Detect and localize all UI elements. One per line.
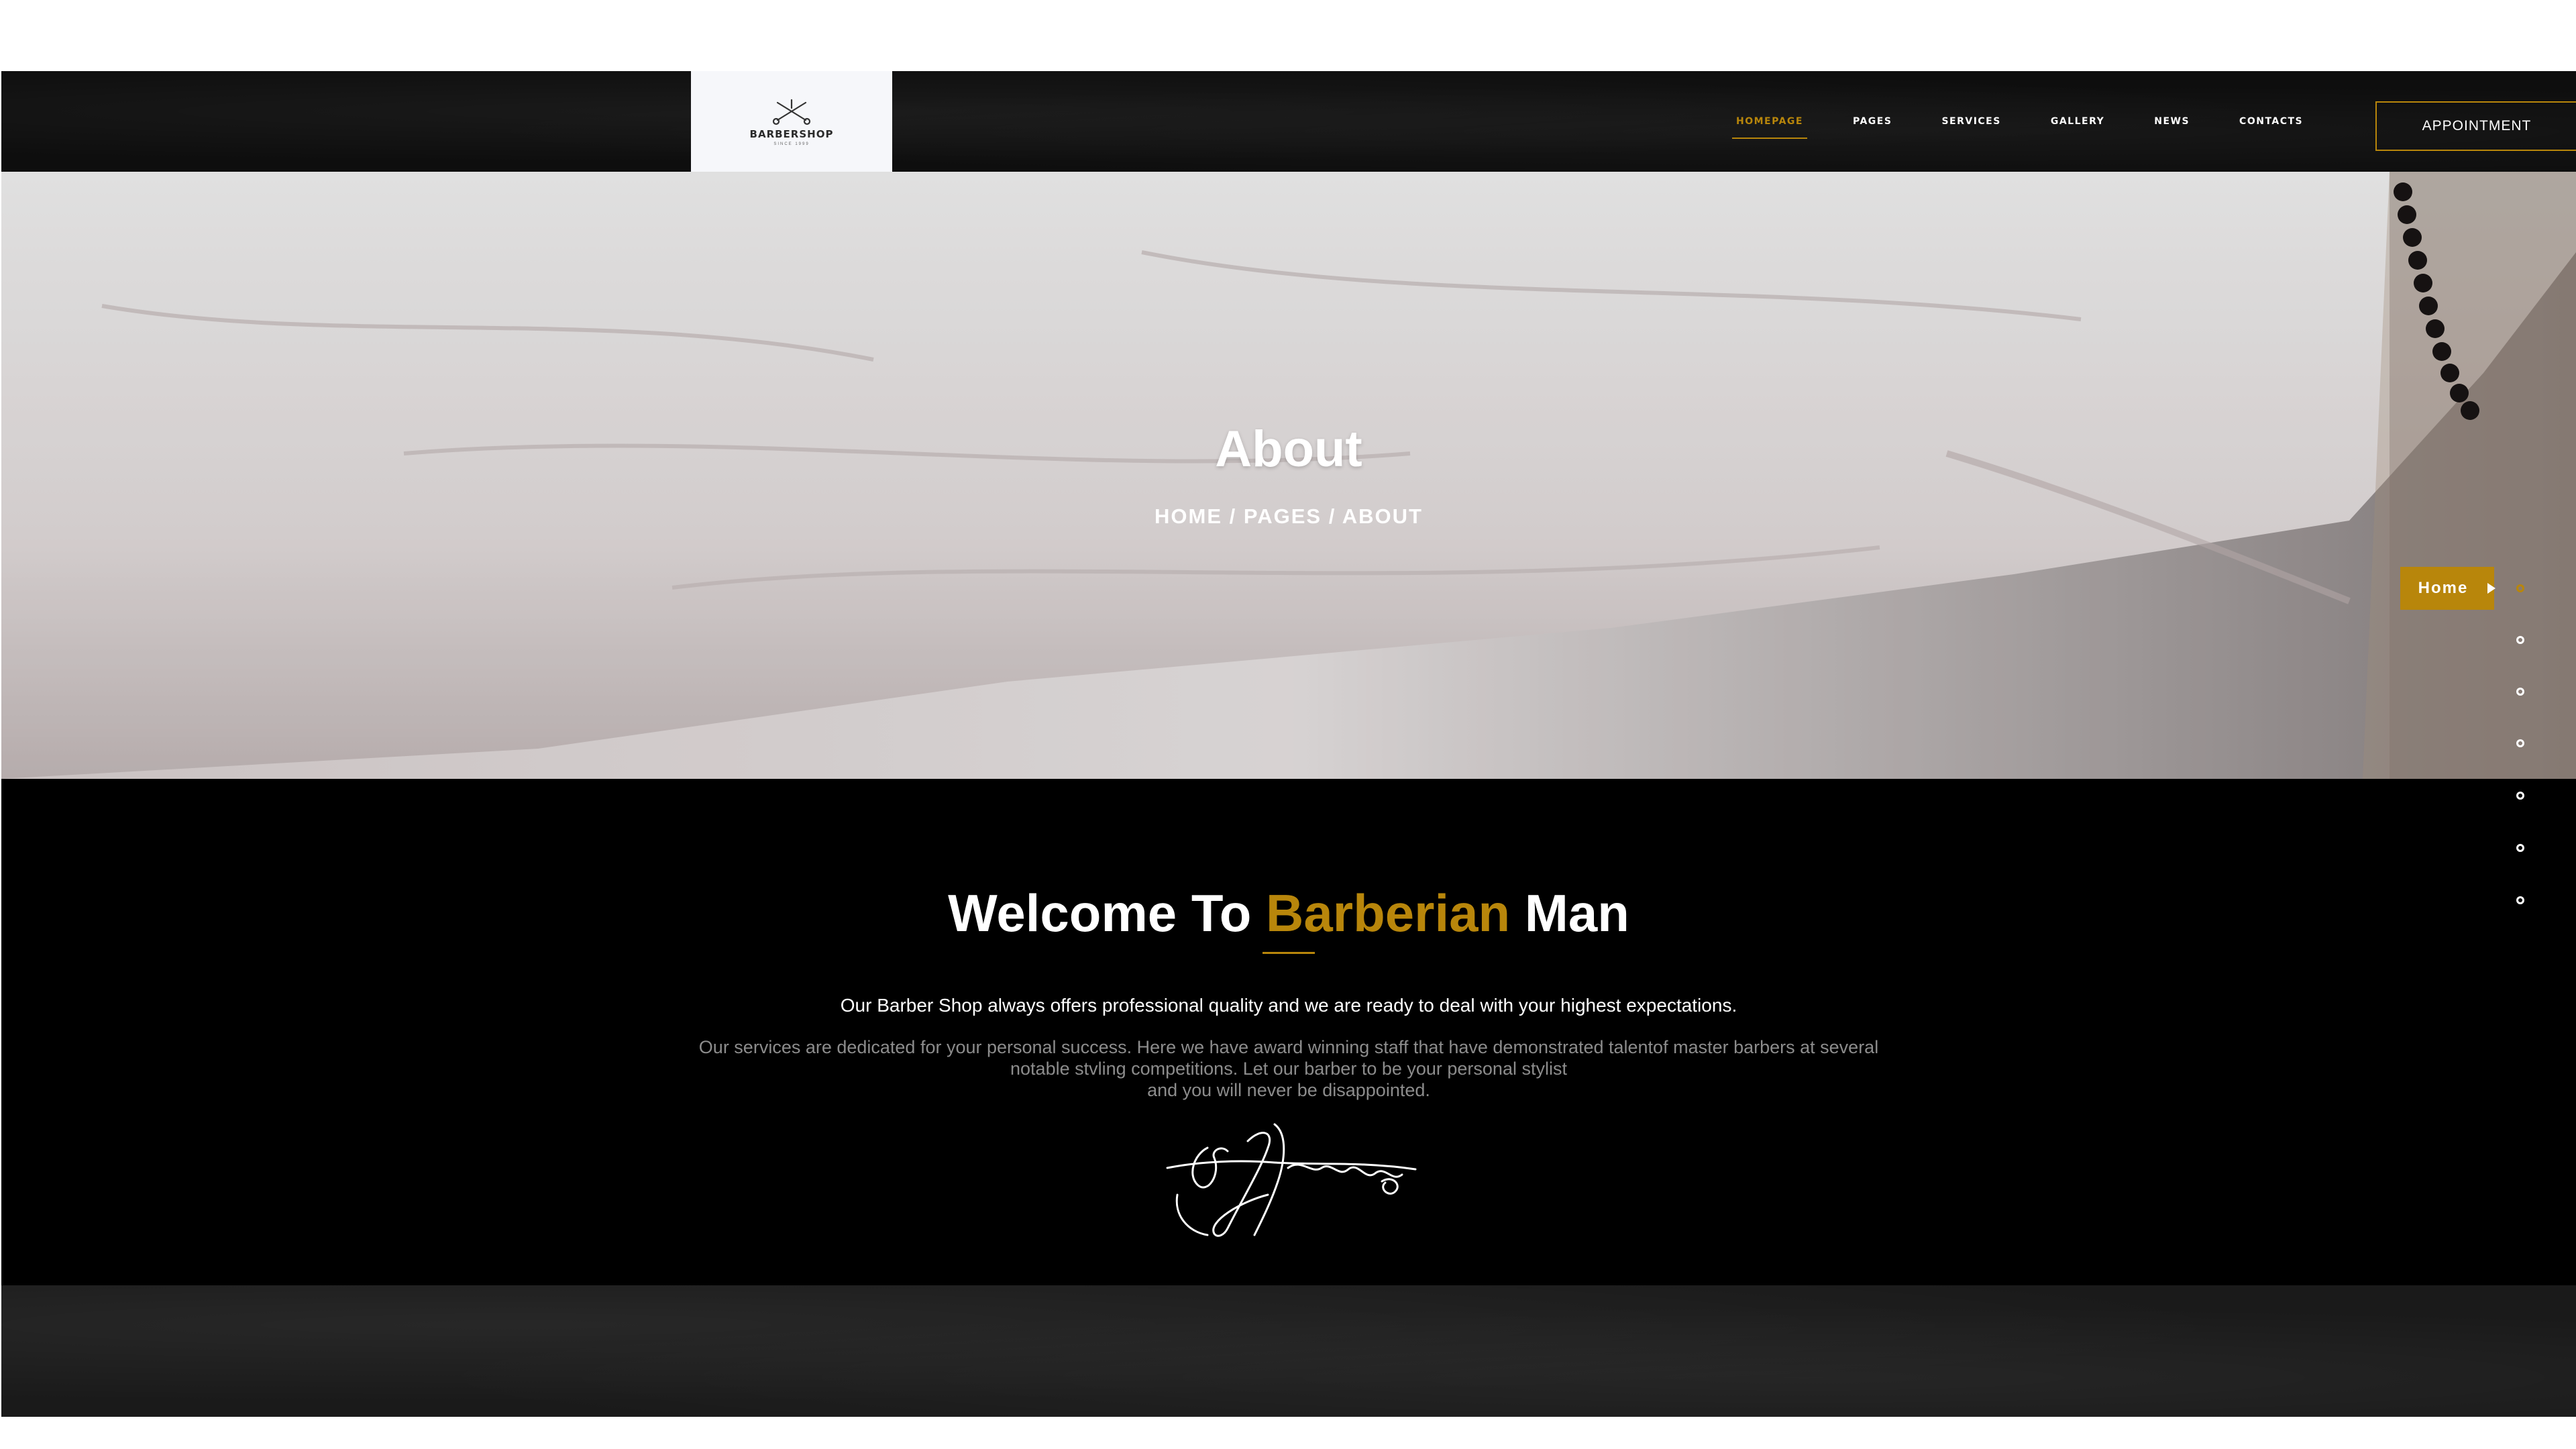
welcome-body: Our services are dedicated for your pers… [672, 1036, 1905, 1101]
main-nav: HOMEPAGE PAGES SERVICES GALLERY NEWS CON… [1732, 71, 2349, 172]
hero-banner: About HOME / PAGES / ABOUT [1, 172, 2576, 779]
breadcrumb-separator: / [1222, 504, 1244, 528]
site: BARBERSHOP SINCE 1999 HOMEPAGE PAGES SER… [1, 71, 2576, 1417]
header-bar: BARBERSHOP SINCE 1999 HOMEPAGE PAGES SER… [1, 71, 2576, 172]
breadcrumb: HOME / PAGES / ABOUT [1, 504, 2576, 529]
welcome-heading-post: Man [1510, 883, 1629, 943]
nav-news[interactable]: NEWS [2150, 112, 2194, 131]
side-nav-tooltip[interactable]: Home [2400, 567, 2496, 610]
side-nav-dot[interactable] [2516, 636, 2524, 644]
nav-pages[interactable]: PAGES [1849, 112, 1896, 131]
breadcrumb-current: ABOUT [1342, 504, 1423, 528]
appointment-button[interactable]: APPOINTMENT [2375, 101, 2576, 151]
logo-text: BARBERSHOP [749, 127, 834, 140]
nav-gallery[interactable]: GALLERY [2047, 112, 2108, 131]
welcome-body-line: and you will never be disappointed. [1147, 1080, 1430, 1100]
breadcrumb-separator: / [1322, 504, 1342, 528]
heading-underline [1263, 952, 1315, 954]
side-nav-dot[interactable] [2516, 792, 2524, 800]
welcome-heading: Welcome To Barberian Man [1, 883, 2576, 944]
welcome-heading-accent: Barberian [1266, 883, 1511, 943]
side-nav-dot[interactable] [2516, 896, 2524, 904]
bottom-texture-strip [1, 1285, 2576, 1417]
nav-services[interactable]: SERVICES [1937, 112, 2004, 131]
barbershop-logo-icon [772, 99, 811, 125]
signature-image [1166, 1123, 1417, 1237]
welcome-section: Welcome To Barberian Man Our Barber Shop… [1, 779, 2576, 1285]
nav-contacts[interactable]: CONTACTS [2235, 112, 2307, 131]
side-nav-dot[interactable] [2516, 739, 2524, 747]
side-nav-dot[interactable] [2516, 844, 2524, 852]
breadcrumb-home[interactable]: HOME [1155, 504, 1222, 528]
welcome-body-line: notable stvling competitions. Let our ba… [1010, 1059, 1567, 1079]
side-nav-dot[interactable] [2516, 584, 2524, 592]
logo-tagline: SINCE 1999 [773, 142, 810, 146]
welcome-lead: Our Barber Shop always offers profession… [840, 995, 1737, 1016]
welcome-heading-pre: Welcome To [948, 883, 1267, 943]
breadcrumb-pages[interactable]: PAGES [1244, 504, 1322, 528]
page-title: About [1215, 421, 1362, 478]
logo[interactable]: BARBERSHOP SINCE 1999 [691, 71, 892, 172]
nav-homepage[interactable]: HOMEPAGE [1732, 112, 1807, 139]
welcome-body-line: Our services are dedicated for your pers… [698, 1037, 1879, 1057]
side-nav-dot[interactable] [2516, 688, 2524, 696]
